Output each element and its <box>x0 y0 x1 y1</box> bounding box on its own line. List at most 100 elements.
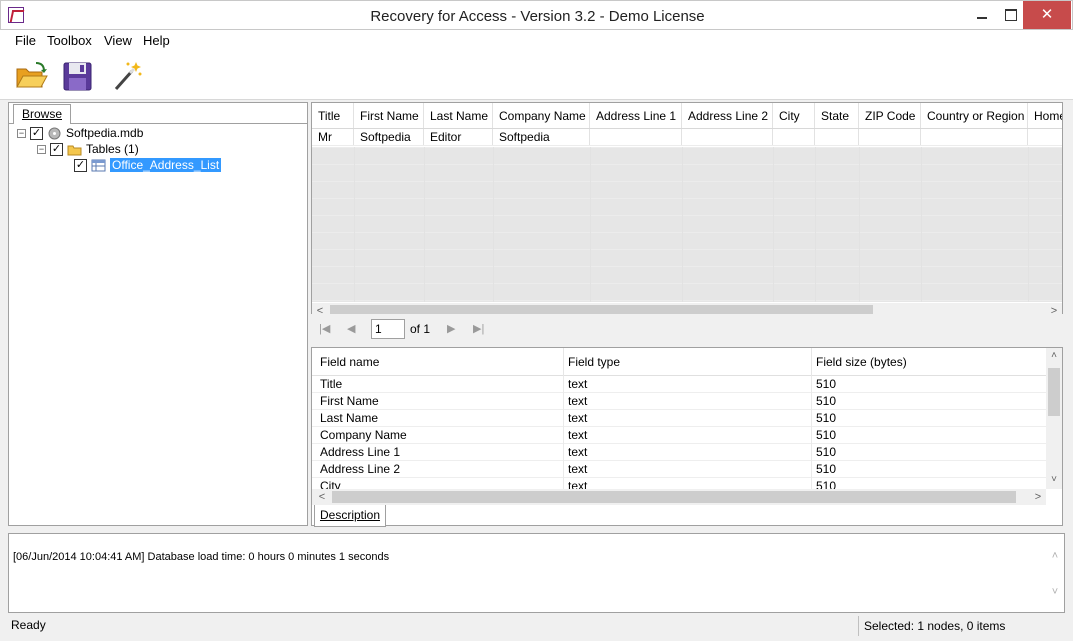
field-cell[interactable]: text <box>560 410 812 427</box>
menu-bar: File Toolbox View Help <box>0 30 1073 51</box>
checkbox-root[interactable]: ✓ <box>30 126 43 140</box>
last-page-icon[interactable]: ▶| <box>473 322 484 335</box>
close-button[interactable]: ✕ <box>1023 1 1071 29</box>
field-cell[interactable]: text <box>560 427 812 444</box>
table-cell[interactable]: Softpedia <box>493 129 590 145</box>
table-cell[interactable] <box>1028 129 1062 145</box>
log-pane: [06/Jun/2014 10:04:41 AM] Database load … <box>8 533 1065 613</box>
field-cell[interactable]: 510 <box>808 444 1046 461</box>
log-vertical-scrollbar[interactable]: ˄ ˅ <box>1047 534 1064 612</box>
window-title: Recovery for Access - Version 3.2 - Demo… <box>370 8 705 25</box>
scroll-down-icon[interactable]: ˅ <box>1047 584 1063 600</box>
tab-description[interactable]: Description <box>314 505 386 527</box>
checkbox-tables[interactable]: ✓ <box>50 142 63 156</box>
table-cell[interactable] <box>590 129 682 145</box>
field-cell[interactable]: 510 <box>808 393 1046 410</box>
scroll-down-icon[interactable]: ˅ <box>1046 472 1062 488</box>
field-cell[interactable]: text <box>560 444 812 461</box>
tab-browse[interactable]: Browse <box>13 104 71 124</box>
scroll-up-icon[interactable]: ˄ <box>1047 548 1063 564</box>
first-page-icon[interactable]: |◀ <box>319 322 330 335</box>
menu-help[interactable]: Help <box>143 33 170 48</box>
grid-col-lines <box>312 147 1062 302</box>
column-header[interactable]: Last Name <box>424 103 493 128</box>
table-cell[interactable] <box>921 129 1028 145</box>
column-header[interactable]: Title <box>312 103 354 128</box>
scroll-left-icon[interactable]: < <box>314 489 330 505</box>
field-cell[interactable]: Address Line 1 <box>312 444 564 461</box>
field-cell[interactable]: 510 <box>808 427 1046 444</box>
open-folder-icon[interactable] <box>14 59 48 93</box>
table-cell[interactable] <box>682 129 773 145</box>
column-header[interactable]: First Name <box>354 103 424 128</box>
maximize-button[interactable] <box>995 1 1025 29</box>
pager: |◀ ◀ 1 of 1 ▶ ▶| <box>311 314 1063 344</box>
next-page-icon[interactable]: ▶ <box>447 322 455 335</box>
table-cell[interactable]: Softpedia <box>354 129 424 145</box>
field-cell[interactable]: Last Name <box>312 410 564 427</box>
field-row[interactable]: Title text 510 <box>312 376 1046 393</box>
column-header[interactable]: City <box>773 103 815 128</box>
tree-node-tables[interactable]: − ✓ Tables (1) <box>37 141 139 157</box>
collapse-icon[interactable]: − <box>37 144 46 154</box>
scroll-right-icon[interactable]: > <box>1030 489 1046 505</box>
table-cell[interactable]: Mr <box>312 129 354 145</box>
field-row[interactable]: Last Name text 510 <box>312 410 1046 427</box>
table-cell[interactable] <box>859 129 921 145</box>
scrollbar-thumb[interactable] <box>332 491 1016 503</box>
field-horizontal-scrollbar[interactable]: < > <box>312 489 1046 505</box>
column-header[interactable]: Country or Region <box>921 103 1028 128</box>
table-cell[interactable] <box>773 129 815 145</box>
column-header[interactable]: Address Line 1 <box>590 103 682 128</box>
field-cell[interactable]: 510 <box>808 410 1046 427</box>
menu-toolbox[interactable]: Toolbox <box>47 33 92 48</box>
field-cell[interactable]: Title <box>312 376 564 393</box>
menu-file[interactable]: File <box>15 33 36 48</box>
log-line: [06/Jun/2014 10:04:41 AM] Database load … <box>13 551 390 563</box>
scrollbar-thumb[interactable] <box>1048 368 1060 416</box>
table-cell[interactable] <box>815 129 859 145</box>
collapse-icon[interactable]: − <box>17 128 26 138</box>
field-cell[interactable]: text <box>560 376 812 393</box>
tree-node-root[interactable]: − ✓ Softpedia.mdb <box>17 125 143 141</box>
folder-icon <box>67 145 82 155</box>
field-cell[interactable]: 510 <box>808 461 1046 478</box>
field-row[interactable]: Company Name text 510 <box>312 427 1046 444</box>
field-cell[interactable]: text <box>560 393 812 410</box>
field-cell[interactable]: First Name <box>312 393 564 410</box>
column-header[interactable]: Field size (bytes) <box>808 348 1046 376</box>
field-cell[interactable]: 510 <box>808 376 1046 393</box>
page-input[interactable]: 1 <box>371 319 405 339</box>
save-icon[interactable] <box>61 59 95 93</box>
table-icon <box>91 159 106 171</box>
field-vertical-scrollbar[interactable]: ˄ ˅ <box>1046 348 1062 489</box>
scroll-up-icon[interactable]: ˄ <box>1046 348 1062 364</box>
column-header[interactable]: Home <box>1028 103 1062 128</box>
column-header[interactable]: Address Line 2 <box>682 103 773 128</box>
field-cell[interactable]: text <box>560 461 812 478</box>
column-header[interactable]: Company Name <box>493 103 590 128</box>
field-row[interactable]: Address Line 1 text 510 <box>312 444 1046 461</box>
grid-header: Title First Name Last Name Company Name … <box>312 103 1062 129</box>
field-cell[interactable]: Company Name <box>312 427 564 444</box>
prev-page-icon[interactable]: ◀ <box>347 322 355 335</box>
field-header: Field name Field type Field size (bytes) <box>312 348 1046 376</box>
field-row[interactable]: First Name text 510 <box>312 393 1046 410</box>
browse-pane: Browse − ✓ Softpedia.mdb − ✓ Tables (1) … <box>8 102 308 526</box>
column-header[interactable]: State <box>815 103 859 128</box>
magic-wand-icon[interactable] <box>110 59 144 93</box>
table-row[interactable]: Mr Softpedia Editor Softpedia <box>312 129 1062 146</box>
checkbox-table[interactable]: ✓ <box>74 158 87 172</box>
field-row[interactable]: Address Line 2 text 510 <box>312 461 1046 478</box>
tree-node-table[interactable]: ✓ Office_Address_List <box>74 157 222 173</box>
records-grid: Title First Name Last Name Company Name … <box>311 102 1063 344</box>
table-cell[interactable]: Editor <box>424 129 493 145</box>
column-header[interactable]: Field type <box>560 348 812 376</box>
column-header[interactable]: ZIP Code <box>859 103 921 128</box>
column-header[interactable]: Field name <box>312 348 564 376</box>
field-cell[interactable]: Address Line 2 <box>312 461 564 478</box>
title-bar: Recovery for Access - Version 3.2 - Demo… <box>0 0 1073 30</box>
minimize-button[interactable] <box>967 1 997 29</box>
database-icon <box>48 127 61 139</box>
menu-view[interactable]: View <box>104 33 132 48</box>
